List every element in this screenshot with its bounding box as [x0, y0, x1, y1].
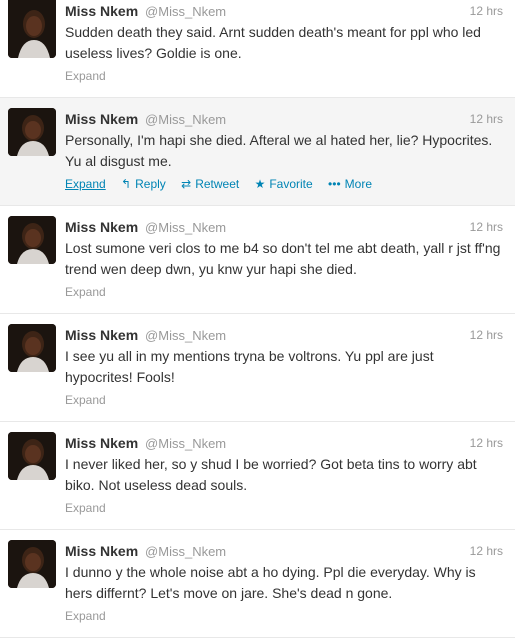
retweet-button[interactable]: ⇄ Retweet [181, 177, 242, 191]
retweet-label: Retweet [195, 177, 240, 191]
fullname[interactable]: Miss Nkem [65, 3, 138, 19]
fullname[interactable]: Miss Nkem [65, 111, 138, 127]
tweet-header: Miss Nkem @Miss_Nkem 12 hrs [65, 434, 503, 452]
username[interactable]: @Miss_Nkem [145, 544, 226, 559]
tweet-item[interactable]: Miss Nkem @Miss_Nkem 12 hrs I see yu all… [0, 314, 515, 422]
tweet-actions: Expand [65, 68, 106, 84]
fullname[interactable]: Miss Nkem [65, 327, 138, 343]
more-dots-icon: ••• [328, 177, 341, 191]
avatar-photo [8, 216, 56, 264]
username[interactable]: @Miss_Nkem [145, 4, 226, 19]
tweet-item[interactable]: Miss Nkem @Miss_Nkem 12 hrs I dunno y th… [0, 530, 515, 638]
reply-button[interactable]: ↰ Reply [121, 177, 169, 191]
expand-link[interactable]: Expand [65, 393, 106, 407]
tweet-text: Sudden death they said. Arnt sudden deat… [65, 24, 481, 61]
timestamp[interactable]: 12 hrs [470, 542, 503, 560]
username[interactable]: @Miss_Nkem [145, 328, 226, 343]
expand-link[interactable]: Expand [65, 609, 106, 623]
expand-link[interactable]: Expand [65, 177, 106, 191]
tweet-actions: Expand [65, 500, 106, 516]
avatar[interactable] [8, 216, 56, 264]
avatar[interactable] [8, 108, 56, 156]
tweet-actions: Expand [65, 284, 106, 300]
favorite-button[interactable]: ★ Favorite [255, 177, 316, 191]
tweet-item[interactable]: Miss Nkem @Miss_Nkem 12 hrs Sudden death… [0, 0, 515, 98]
avatar-photo [8, 108, 56, 156]
expand-link[interactable]: Expand [65, 501, 106, 515]
avatar[interactable] [8, 0, 56, 58]
tweet-actions: Expand [65, 392, 106, 408]
tweet-actions: Expand [65, 608, 106, 624]
more-label: More [344, 177, 372, 191]
avatar-photo [8, 0, 56, 58]
username[interactable]: @Miss_Nkem [145, 220, 226, 235]
avatar-photo [8, 540, 56, 588]
tweet-text: Lost sumone veri clos to me b4 so don't … [65, 240, 501, 277]
tweet-text: I see yu all in my mentions tryna be vol… [65, 348, 434, 385]
avatar[interactable] [8, 540, 56, 588]
fullname[interactable]: Miss Nkem [65, 543, 138, 559]
tweet-header: Miss Nkem @Miss_Nkem 12 hrs [65, 2, 503, 20]
tweet-item[interactable]: Miss Nkem @Miss_Nkem 12 hrs I never like… [0, 422, 515, 530]
avatar-photo [8, 324, 56, 372]
fullname[interactable]: Miss Nkem [65, 435, 138, 451]
expand-link[interactable]: Expand [65, 285, 106, 299]
avatar-photo [8, 432, 56, 480]
avatar[interactable] [8, 324, 56, 372]
favorite-label: Favorite [269, 177, 313, 191]
tweet-item[interactable]: Miss Nkem @Miss_Nkem 12 hrs Lost sumone … [0, 206, 515, 314]
more-button[interactable]: ••• More [328, 177, 372, 191]
reply-label: Reply [135, 177, 166, 191]
tweet-item[interactable]: Miss Nkem @Miss_Nkem 12 hrs Personally, … [0, 98, 515, 206]
timestamp[interactable]: 12 hrs [470, 218, 503, 236]
timestamp[interactable]: 12 hrs [470, 434, 503, 452]
fullname[interactable]: Miss Nkem [65, 219, 138, 235]
timestamp[interactable]: 12 hrs [470, 326, 503, 344]
avatar[interactable] [8, 432, 56, 480]
reply-icon: ↰ [121, 177, 132, 191]
timestamp[interactable]: 12 hrs [470, 2, 503, 20]
tweet-header: Miss Nkem @Miss_Nkem 12 hrs [65, 110, 503, 128]
tweet-text: Personally, I'm hapi she died. Afteral w… [65, 132, 493, 169]
star-icon: ★ [254, 177, 266, 191]
tweet-header: Miss Nkem @Miss_Nkem 12 hrs [65, 326, 503, 344]
username[interactable]: @Miss_Nkem [145, 112, 226, 127]
expand-link[interactable]: Expand [65, 69, 106, 83]
tweet-header: Miss Nkem @Miss_Nkem 12 hrs [65, 542, 503, 560]
tweet-actions: Expand ↰ Reply ⇄ Retweet ★ Favorite ••• More [65, 176, 372, 192]
username[interactable]: @Miss_Nkem [145, 436, 226, 451]
retweet-icon: ⇄ [181, 177, 192, 191]
tweet-timeline: Miss Nkem @Miss_Nkem 12 hrs Sudden death… [0, 0, 515, 638]
tweet-text: I dunno y the whole noise abt a ho dying… [65, 564, 476, 601]
tweet-header: Miss Nkem @Miss_Nkem 12 hrs [65, 218, 503, 236]
tweet-text: I never liked her, so y shud I be worrie… [65, 456, 477, 493]
timestamp[interactable]: 12 hrs [470, 110, 503, 128]
